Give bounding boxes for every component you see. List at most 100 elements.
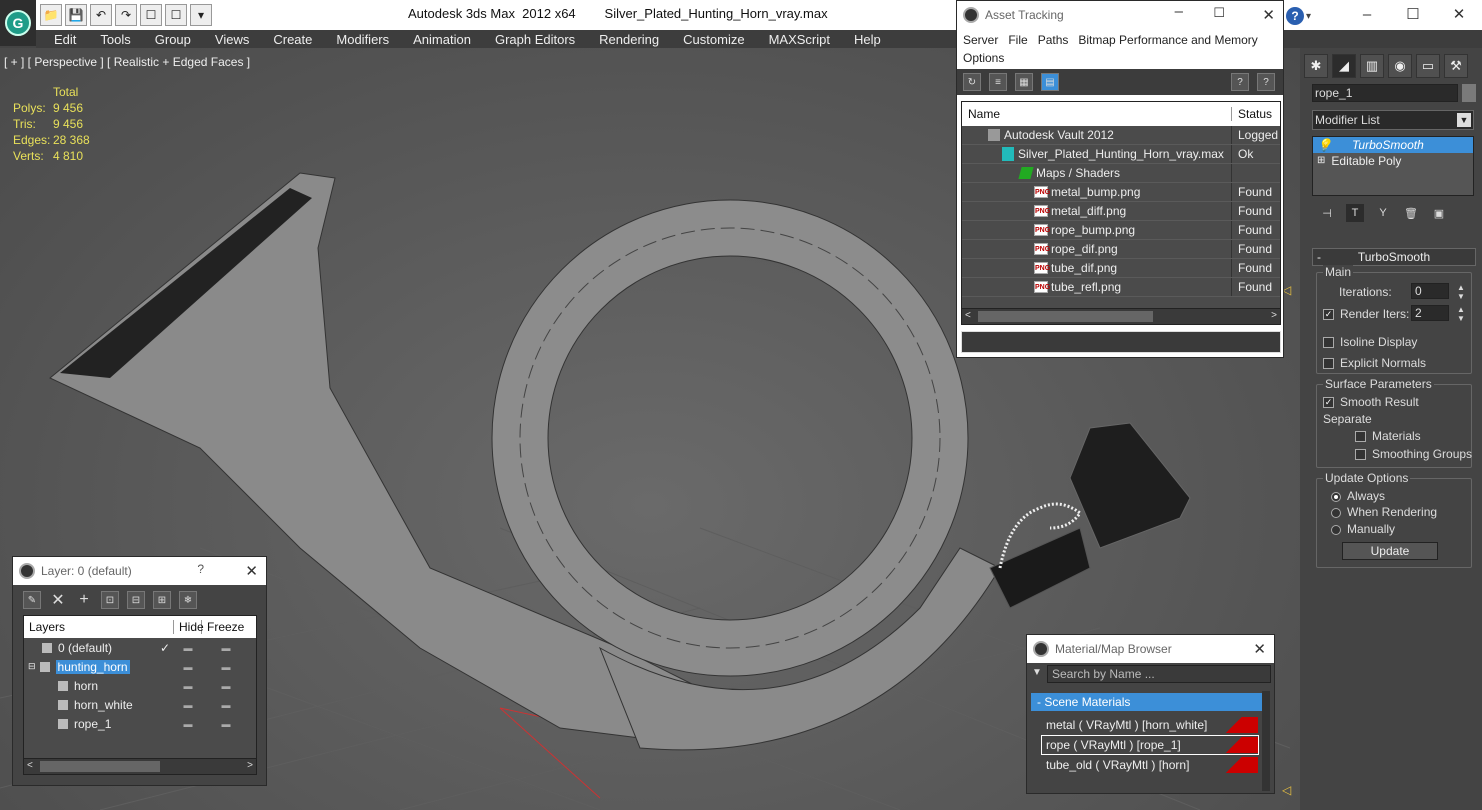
table-row[interactable]: PNG rope_dif.png Found <box>962 240 1280 259</box>
object-name-field[interactable]: rope_1 <box>1312 84 1458 102</box>
help-icon[interactable]: ? <box>1231 73 1249 91</box>
material-item[interactable]: tube_old ( VRayMtl ) [horn] <box>1041 755 1259 775</box>
scrollbar-thumb[interactable] <box>978 311 1153 322</box>
table-row[interactable]: PNG tube_dif.png Found <box>962 259 1280 278</box>
smoothing-groups-checkbox[interactable]: Smoothing Groups <box>1355 447 1472 461</box>
freeze-all-icon[interactable]: ❄ <box>179 591 197 609</box>
minimize-button[interactable]: – <box>1175 3 1183 20</box>
column-header-hide[interactable]: Hide <box>174 620 204 634</box>
hide-toggle[interactable]: ▬ <box>174 643 202 653</box>
close-button[interactable]: ✕ <box>1436 0 1482 28</box>
horizontal-scrollbar[interactable]: < > <box>24 758 256 774</box>
object-color-swatch[interactable] <box>1462 84 1476 102</box>
hide-toggle[interactable]: ▬ <box>174 662 202 672</box>
column-header-status[interactable]: Status <box>1232 107 1272 121</box>
spinner-arrows-icon[interactable]: ▲ ▼ <box>1457 305 1465 323</box>
chevron-left-icon[interactable]: < <box>965 310 971 321</box>
chevron-left-icon[interactable]: < <box>27 760 33 771</box>
update-button[interactable]: Update <box>1342 542 1438 560</box>
stack-item-editable-poly[interactable]: ⊞ Editable Poly <box>1313 153 1473 169</box>
render-iters-spinner[interactable]: 2 <box>1411 305 1449 321</box>
menu-customize[interactable]: Customize <box>671 32 756 47</box>
smooth-result-checkbox[interactable]: ✓ Smooth Result <box>1323 395 1419 409</box>
hierarchy-tab-icon[interactable]: ▥ <box>1360 54 1384 78</box>
select-objects-icon[interactable]: ⊡ <box>101 591 119 609</box>
layer-row[interactable]: rope_1 ▬ ▬ <box>24 714 256 733</box>
show-end-result-icon[interactable]: T <box>1346 204 1364 222</box>
table-row[interactable]: PNG tube_refl.png Found <box>962 278 1280 297</box>
menu-create[interactable]: Create <box>261 32 324 47</box>
always-radio[interactable]: Always <box>1331 489 1385 503</box>
highlight-layer-icon[interactable]: ⊟ <box>127 591 145 609</box>
collapse-icon[interactable]: ⊟ <box>28 661 36 672</box>
project-folder-button[interactable]: ☐ <box>165 4 187 26</box>
create-tab-icon[interactable]: ✱ <box>1304 54 1328 78</box>
menu-tools[interactable]: Tools <box>88 32 142 47</box>
list-view-icon[interactable]: ≡ <box>989 73 1007 91</box>
layer-row[interactable]: ⊟ hunting_horn ▬ ▬ <box>24 657 256 676</box>
hide-toggle[interactable]: ▬ <box>174 700 202 710</box>
menu-group[interactable]: Group <box>143 32 203 47</box>
explicit-normals-checkbox[interactable]: Explicit Normals <box>1323 356 1426 370</box>
table-row[interactable]: PNG metal_bump.png Found <box>962 183 1280 202</box>
menu-options[interactable]: Options <box>963 49 1004 67</box>
table-row[interactable]: PNG metal_diff.png Found <box>962 202 1280 221</box>
menu-paths[interactable]: Paths <box>1038 31 1069 49</box>
layer-row[interactable]: horn ▬ ▬ <box>24 676 256 695</box>
hold-button[interactable]: ☐ <box>140 4 162 26</box>
redo-button[interactable]: ↷ <box>115 4 137 26</box>
menu-maxscript[interactable]: MAXScript <box>757 32 842 47</box>
table-row[interactable]: Maps / Shaders <box>962 164 1280 183</box>
iterations-spinner[interactable]: 0 <box>1411 283 1449 299</box>
utilities-tab-icon[interactable]: ⚒ <box>1444 54 1468 78</box>
menu-bitmap-performance[interactable]: Bitmap Performance and Memory <box>1078 31 1257 49</box>
close-button[interactable]: ✕ <box>1253 640 1266 658</box>
menu-edit[interactable]: Edit <box>42 32 88 47</box>
scene-materials-group[interactable]: - Scene Materials <box>1031 693 1265 711</box>
isoline-display-checkbox[interactable]: Isoline Display <box>1323 335 1417 349</box>
menu-animation[interactable]: Animation <box>401 32 483 47</box>
materials-checkbox[interactable]: Materials <box>1355 429 1421 443</box>
customize-dropdown[interactable]: ▾ <box>190 4 212 26</box>
add-to-layer-icon[interactable]: + <box>75 591 93 609</box>
maximize-button[interactable]: ☐ <box>1390 0 1436 28</box>
delete-layer-icon[interactable]: ✕ <box>49 591 67 609</box>
menu-modifiers[interactable]: Modifiers <box>324 32 401 47</box>
refresh-icon[interactable]: ↻ <box>963 73 981 91</box>
configure-sets-icon[interactable]: ▣ <box>1430 204 1448 222</box>
modifier-list-dropdown[interactable]: Modifier List ▼ <box>1312 110 1474 130</box>
display-tab-icon[interactable]: ▭ <box>1416 54 1440 78</box>
menu-views[interactable]: Views <box>203 32 261 47</box>
layer-dialog-titlebar[interactable]: Layer: 0 (default) ? ✕ <box>13 557 266 585</box>
hide-all-icon[interactable]: ⊞ <box>153 591 171 609</box>
when-rendering-radio[interactable]: When Rendering <box>1331 505 1437 519</box>
save-button[interactable]: 💾 <box>65 4 87 26</box>
freeze-toggle[interactable]: ▬ <box>202 700 250 710</box>
menu-server[interactable]: Server <box>963 31 998 49</box>
menu-file[interactable]: File <box>1008 31 1027 49</box>
table-row[interactable]: Silver_Plated_Hunting_Horn_vray.max Ok <box>962 145 1280 164</box>
lightbulb-icon[interactable]: 💡 <box>1317 137 1332 153</box>
help-button[interactable]: ? <box>197 562 204 576</box>
app-menu-button[interactable]: G <box>0 0 36 46</box>
create-layer-icon[interactable]: ✎ <box>23 591 41 609</box>
table-row[interactable]: PNG rope_bump.png Found <box>962 221 1280 240</box>
scrollbar-thumb[interactable] <box>40 761 160 772</box>
menu-rendering[interactable]: Rendering <box>587 32 671 47</box>
motion-tab-icon[interactable]: ◉ <box>1388 54 1412 78</box>
context-help-icon[interactable]: ? <box>1257 73 1275 91</box>
thumbnail-view-icon[interactable]: ▦ <box>1015 73 1033 91</box>
column-header-freeze[interactable]: Freeze <box>202 620 244 634</box>
maximize-button[interactable]: ☐ <box>1213 5 1225 21</box>
column-header-layers[interactable]: Layers <box>24 620 174 634</box>
menu-graph-editors[interactable]: Graph Editors <box>483 32 587 47</box>
table-view-icon[interactable]: ▤ <box>1041 73 1059 91</box>
turbosmooth-rollout-header[interactable]: - TurboSmooth <box>1312 248 1476 266</box>
chevron-right-icon[interactable]: > <box>1271 310 1277 321</box>
freeze-toggle[interactable]: ▬ <box>202 719 250 729</box>
column-header-name[interactable]: Name <box>962 107 1232 121</box>
hide-toggle[interactable]: ▬ <box>174 681 202 691</box>
help-button[interactable]: ? ▾ <box>1286 6 1320 26</box>
asset-tracking-titlebar[interactable]: Asset Tracking – ☐ ✕ <box>957 1 1283 29</box>
freeze-toggle[interactable]: ▬ <box>202 681 250 691</box>
